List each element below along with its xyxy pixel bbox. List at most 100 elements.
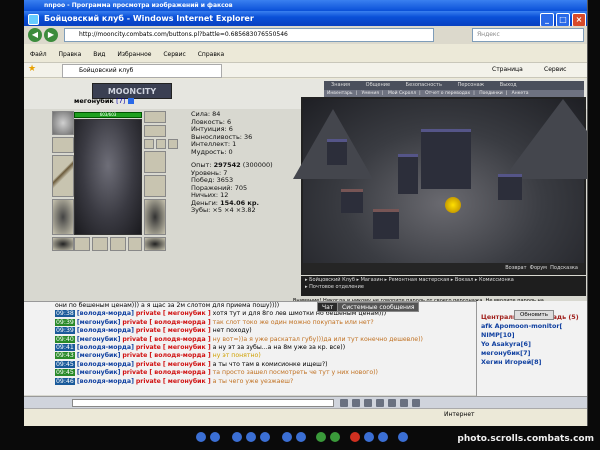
nav-exit[interactable]: Выход — [500, 82, 517, 88]
settings-icon[interactable] — [388, 399, 396, 407]
chat-input[interactable] — [72, 399, 334, 407]
tab-system-messages[interactable]: Системные сообщения — [337, 302, 420, 312]
subnav-scroll[interactable]: Мой Скролл — [388, 91, 416, 96]
subnav-inventory[interactable]: Инвентарь — [327, 91, 353, 96]
scene-link-return[interactable]: Возврат — [505, 265, 526, 271]
tab-chat[interactable]: Чат — [317, 302, 339, 312]
tab-fight-club[interactable]: Бойцовский клуб — [62, 64, 222, 78]
slot-belt-2[interactable] — [92, 237, 108, 251]
user-item[interactable]: NIMP[10] — [481, 331, 587, 340]
maximize-button[interactable]: □ — [556, 13, 570, 26]
menu-file[interactable]: Файл — [30, 51, 47, 58]
user-item[interactable]: Хегин Игорей[8] — [481, 358, 587, 367]
building-repair[interactable] — [327, 139, 347, 165]
slot-shield[interactable] — [144, 175, 166, 197]
clear-icon[interactable] — [364, 399, 372, 407]
chat-recipient[interactable]: [ мегонубик ] — [163, 310, 211, 317]
translit-icon[interactable] — [352, 399, 360, 407]
building-station[interactable] — [498, 174, 522, 200]
loc-station[interactable]: Вокзал — [455, 277, 473, 283]
slot-amulet[interactable] — [144, 125, 166, 137]
chat-recipient[interactable]: [ володя-морда ] — [149, 369, 210, 376]
chat-recipient[interactable]: [ мегонубик ] — [163, 344, 211, 351]
info-icon[interactable] — [127, 98, 134, 104]
nav-character[interactable]: Персонаж — [458, 82, 485, 88]
url-input[interactable]: http://mooncity.combats.com/buttons.pl?b… — [64, 28, 434, 42]
chat-sender[interactable]: [володя-морда] — [77, 327, 134, 334]
character-avatar[interactable] — [74, 119, 142, 235]
nav-security[interactable]: Безопасность — [406, 82, 442, 88]
cmd-page[interactable]: Страница — [492, 66, 523, 73]
cmd-tools[interactable]: Сервис — [544, 66, 566, 73]
chat-recipient[interactable]: [ володя-морда ] — [149, 319, 210, 326]
slot-earring[interactable] — [144, 111, 166, 123]
print-icon[interactable] — [364, 432, 374, 442]
exit-icon[interactable] — [412, 399, 420, 407]
back-icon[interactable]: ◀ — [28, 28, 42, 42]
smile-icon[interactable] — [340, 399, 348, 407]
chat-sender[interactable]: [мегонубик] — [77, 319, 121, 326]
actual-size-icon[interactable] — [246, 432, 256, 442]
forward-icon[interactable]: ▶ — [44, 28, 58, 42]
loc-repair[interactable]: Ремонтная мастерская — [389, 277, 450, 283]
menu-tools[interactable]: Сервис — [163, 51, 185, 58]
slot-helmet[interactable] — [52, 111, 74, 135]
building-commission[interactable] — [341, 189, 363, 213]
rotate-ccw-icon[interactable] — [330, 432, 340, 442]
nav-chat[interactable]: Общение — [366, 82, 390, 88]
subnav-fights[interactable]: Поединки — [479, 91, 503, 96]
slot-belt[interactable] — [52, 237, 74, 251]
zoom-in-icon[interactable] — [282, 432, 292, 442]
nav-knowledge[interactable]: Знания — [331, 82, 350, 88]
slot-boots[interactable] — [144, 237, 166, 251]
slot-belt-4[interactable] — [128, 237, 142, 251]
slideshow-icon[interactable] — [260, 432, 270, 442]
scroll-icon[interactable] — [400, 399, 408, 407]
chat-sender[interactable]: [володя-морда] — [77, 361, 134, 368]
slot-armor[interactable] — [52, 199, 74, 235]
fight-club-orb[interactable] — [445, 197, 461, 213]
user-item[interactable]: afk Apomoon-monitor[ — [481, 322, 587, 331]
chat-sender[interactable]: [мегонубик] — [77, 336, 121, 343]
help-icon[interactable] — [398, 432, 408, 442]
building-tower[interactable] — [398, 154, 418, 194]
scene-link-help[interactable]: Подсказка — [550, 265, 578, 271]
best-fit-icon[interactable] — [232, 432, 242, 442]
slot-gloves[interactable] — [144, 151, 166, 173]
chat-recipient[interactable]: [ володя-морда ] — [149, 336, 210, 343]
chat-sender[interactable]: [володя-морда] — [77, 310, 134, 317]
chat-sender[interactable]: [володя-морда] — [77, 378, 134, 385]
slot-weapon[interactable] — [52, 155, 74, 197]
user-item[interactable]: Yo Asakyra[6] — [481, 340, 587, 349]
close-button[interactable]: × — [572, 13, 586, 26]
menu-edit[interactable]: Правка — [59, 51, 82, 58]
loc-commission[interactable]: Комиссионка — [479, 277, 514, 283]
slot-belt-3[interactable] — [110, 237, 126, 251]
building-castle[interactable] — [421, 129, 471, 189]
subnav-transfers[interactable]: Отчет о переводах — [425, 91, 470, 96]
menu-help[interactable]: Справка — [198, 51, 224, 58]
minimize-button[interactable]: _ — [540, 13, 554, 26]
menu-favorites[interactable]: Избранное — [117, 51, 151, 58]
search-input[interactable]: Яндекс — [472, 28, 584, 42]
favorites-star-icon[interactable]: ★ — [28, 64, 36, 74]
prev-icon[interactable] — [196, 432, 206, 442]
slot-ring3[interactable] — [168, 139, 178, 149]
city-scene[interactable]: Возврат Форум Подсказка — [293, 97, 587, 275]
loc-shop[interactable]: Магазин — [361, 277, 383, 283]
chat-recipient[interactable]: [ мегонубик ] — [163, 378, 211, 385]
refresh-button[interactable]: Обновить — [514, 310, 554, 320]
loc-post[interactable]: Почтовое отделение — [309, 284, 364, 290]
save-icon[interactable] — [378, 432, 388, 442]
slot-bracer[interactable] — [52, 137, 74, 153]
slot-legs[interactable] — [144, 199, 166, 235]
chat-recipient[interactable]: [ володя-морда ] — [149, 352, 210, 359]
scene-link-forum[interactable]: Форум — [530, 265, 547, 271]
user-item[interactable]: мегонубик[7] — [481, 349, 587, 358]
chat-sender[interactable]: [володя-морда] — [77, 344, 134, 351]
slot-ring1[interactable] — [144, 139, 154, 149]
filter-icon[interactable] — [376, 399, 384, 407]
loc-fight-club[interactable]: Бойцовский Клуб — [309, 277, 355, 283]
chat-sender[interactable]: [мегонубик] — [77, 369, 121, 376]
subnav-profile[interactable]: Анкета — [512, 91, 529, 96]
